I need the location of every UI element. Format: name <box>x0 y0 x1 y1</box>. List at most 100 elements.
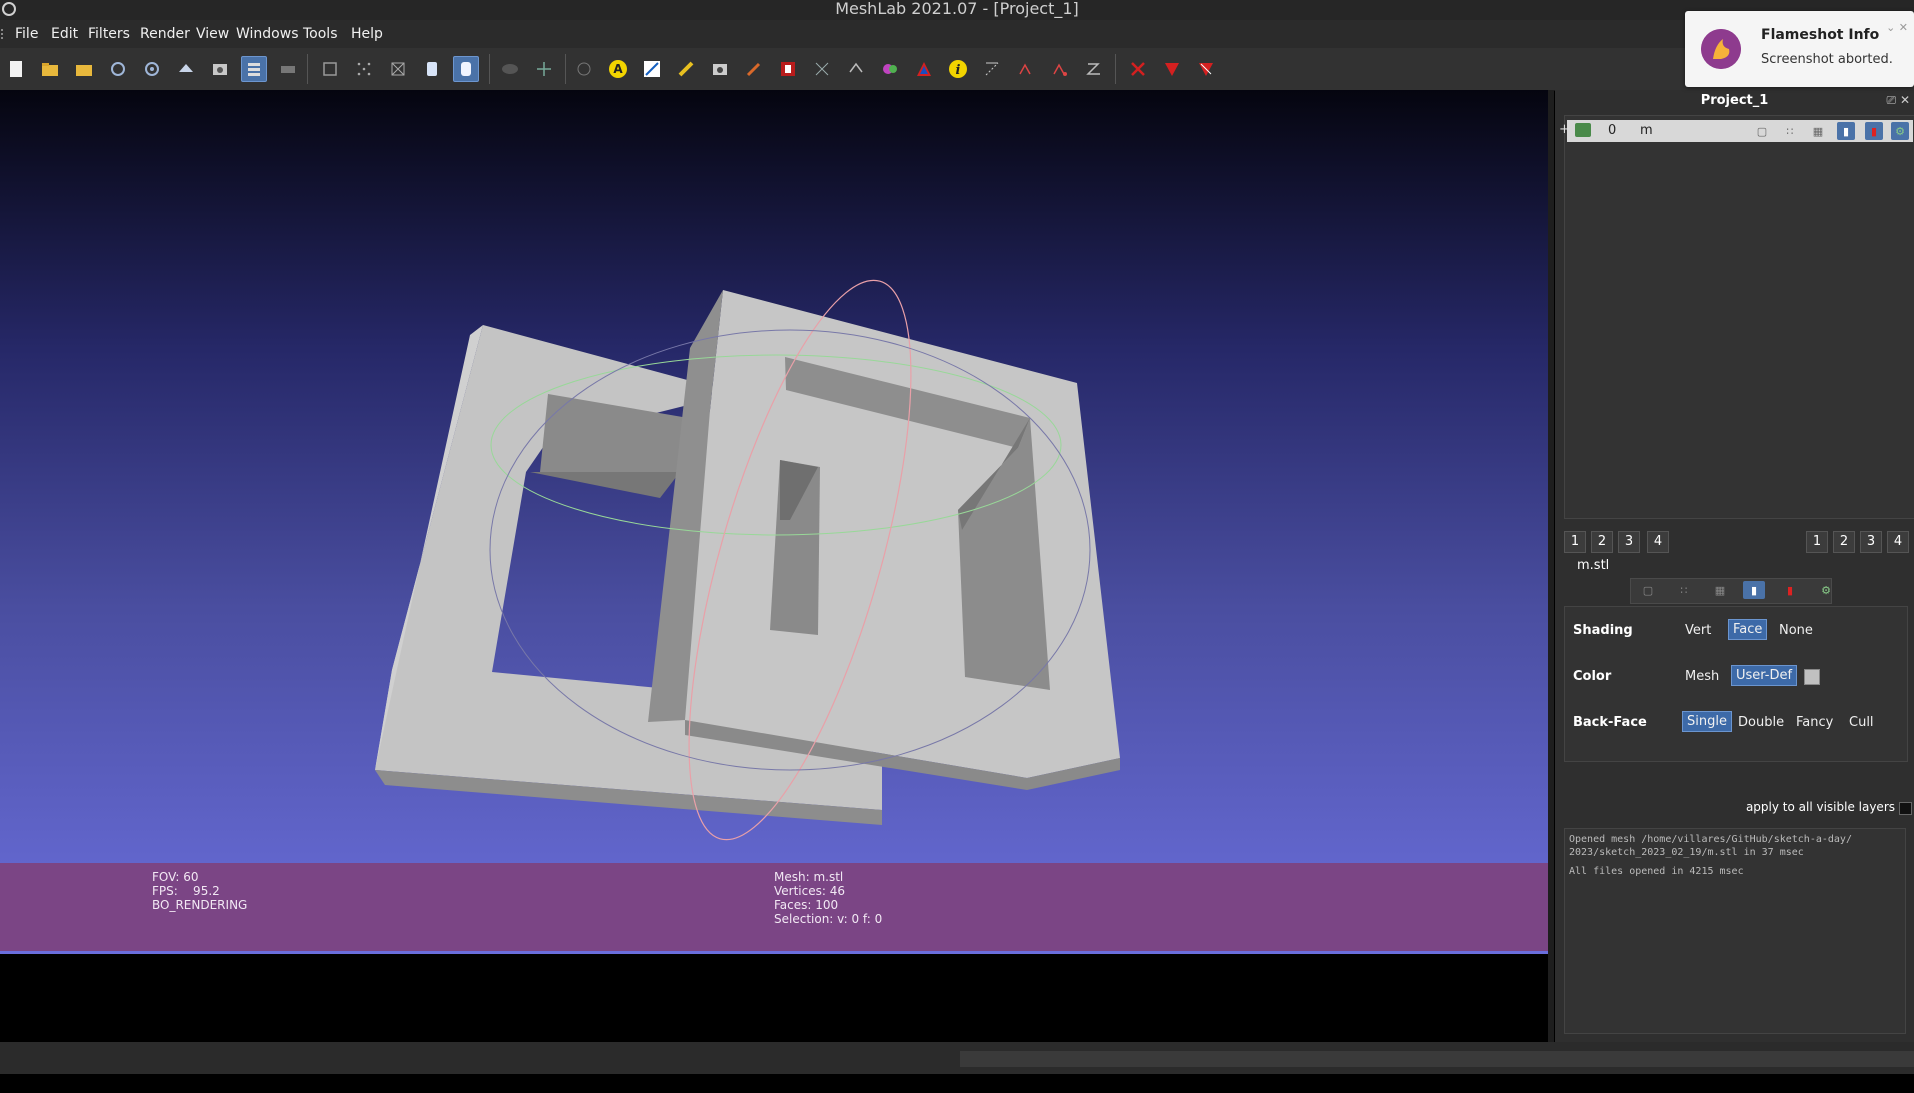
mesh-filename: m.stl <box>1577 558 1610 573</box>
color-label: Color <box>1573 669 1612 684</box>
light-icon[interactable] <box>497 56 523 82</box>
mesh-info: Mesh: m.stl Vertices: 46 Faces: 100 Sele… <box>774 870 882 926</box>
snapshot-icon[interactable] <box>207 56 233 82</box>
backface-double-option[interactable]: Double <box>1734 713 1788 732</box>
delete-vertices-icon[interactable] <box>1159 56 1185 82</box>
menu-view[interactable]: View <box>196 26 229 42</box>
layer-dialog-icon[interactable] <box>275 56 301 82</box>
mode-points-icon[interactable]: ∷ <box>1673 581 1695 599</box>
layer-settings-icon[interactable]: ⚙ <box>1891 122 1909 140</box>
notification-close-icon[interactable]: ⌄ ✕ <box>1886 21 1908 34</box>
reload-icon[interactable] <box>105 56 131 82</box>
text-icon[interactable] <box>775 56 801 82</box>
select-connected-icon[interactable] <box>843 56 869 82</box>
menu-filters[interactable]: Filters <box>88 26 130 42</box>
right-view-4-button[interactable]: 4 <box>1887 531 1909 553</box>
fps-text: FPS: 95.2 <box>152 884 220 898</box>
select-z-icon[interactable] <box>1081 56 1107 82</box>
info-icon[interactable]: i <box>945 56 971 82</box>
layer-points-icon[interactable]: ∷ <box>1781 122 1799 140</box>
layer-row[interactable]: + 0 m ▢ ∷ ▦ ▮ ▮ ⚙ <box>1559 120 1913 142</box>
layer-bbox-icon[interactable]: ▢ <box>1753 122 1771 140</box>
menu-windows[interactable]: Windows <box>236 26 299 42</box>
expand-layer-icon[interactable]: + <box>1559 122 1570 137</box>
bounding-box-icon[interactable] <box>317 56 343 82</box>
align-icon[interactable] <box>571 56 597 82</box>
mode-faces-icon[interactable]: ▮ <box>1743 581 1765 599</box>
left-view-4-button[interactable]: 4 <box>1647 531 1669 553</box>
pick-points-icon[interactable] <box>673 56 699 82</box>
color-mesh-option[interactable]: Mesh <box>1681 667 1723 686</box>
toolbar: A i <box>0 48 1914 91</box>
menu-edit[interactable]: Edit <box>51 26 78 42</box>
mode-bbox-icon[interactable]: ▢ <box>1637 581 1659 599</box>
backface-fancy-option[interactable]: Fancy <box>1792 713 1837 732</box>
screenshot-icon[interactable] <box>707 56 733 82</box>
toolbar-separator <box>565 54 566 84</box>
open-project-icon[interactable] <box>37 56 63 82</box>
window-title: MeshLab 2021.07 - [Project_1] <box>835 0 1079 18</box>
notification-message: Screenshot aborted. <box>1761 52 1893 67</box>
menu-tools[interactable]: Tools <box>303 26 338 42</box>
menu-help[interactable]: Help <box>351 26 383 42</box>
log-line: Opened mesh /home/villares/GitHub/sketch… <box>1569 834 1852 845</box>
visibility-eye-icon[interactable] <box>1575 123 1591 137</box>
menu-bar: File Edit Filters Render View Windows To… <box>0 20 1914 48</box>
right-view-1-button[interactable]: 1 <box>1806 531 1828 553</box>
select-faces-icon[interactable] <box>979 56 1005 82</box>
float-icon[interactable]: ⎚ <box>1887 93 1897 107</box>
flat-icon[interactable] <box>419 56 445 82</box>
new-project-icon[interactable] <box>3 56 29 82</box>
render-mode-text: BO_RENDERING <box>152 898 248 912</box>
notification-title: Flameshot Info <box>1761 27 1880 43</box>
shading-face-option[interactable]: Face <box>1728 619 1768 640</box>
shading-none-option[interactable]: None <box>1775 621 1817 640</box>
color-swatch-button[interactable] <box>1804 669 1820 685</box>
delete-icon[interactable] <box>911 56 937 82</box>
left-view-3-button[interactable]: 3 <box>1618 531 1640 553</box>
color-userdef-option[interactable]: User-Def <box>1731 665 1798 686</box>
left-view-1-button[interactable]: 1 <box>1564 531 1586 553</box>
left-view-2-button[interactable]: 2 <box>1591 531 1613 553</box>
layers-icon[interactable] <box>241 56 267 82</box>
wireframe-icon[interactable] <box>385 56 411 82</box>
vertices-text: Vertices: 46 <box>774 884 845 898</box>
annotate-icon[interactable] <box>639 56 665 82</box>
color-paint-icon[interactable] <box>877 56 903 82</box>
apply-all-checkbox[interactable] <box>1899 802 1912 815</box>
delete-faces-icon[interactable] <box>1125 56 1151 82</box>
reload-all-icon[interactable] <box>139 56 165 82</box>
dock-splitter[interactable] <box>1548 90 1554 1042</box>
layer-wire-icon[interactable]: ▦ <box>1809 122 1827 140</box>
select-region-icon[interactable] <box>1047 56 1073 82</box>
mode-settings-icon[interactable]: ⚙ <box>1815 581 1837 599</box>
backface-label: Back-Face <box>1573 715 1647 730</box>
export-mesh-icon[interactable] <box>173 56 199 82</box>
points-icon[interactable] <box>351 56 377 82</box>
mesh-name-text: Mesh: m.stl <box>774 870 844 884</box>
select-area-icon[interactable] <box>1013 56 1039 82</box>
left-frame-inner-shade <box>530 472 680 498</box>
import-mesh-icon[interactable] <box>71 56 97 82</box>
flameshot-logo-icon <box>1701 29 1741 69</box>
select-vertex-icon[interactable] <box>809 56 835 82</box>
3d-viewport[interactable] <box>0 90 1548 954</box>
menu-render[interactable]: Render <box>140 26 190 42</box>
backface-cull-option[interactable]: Cull <box>1845 713 1878 732</box>
layer-color-icon[interactable]: ▮ <box>1865 122 1883 140</box>
mode-color-icon[interactable]: ▮ <box>1779 581 1801 599</box>
delete-all-icon[interactable] <box>1193 56 1219 82</box>
smooth-icon[interactable] <box>453 56 479 82</box>
mode-wire-icon[interactable]: ▦ <box>1709 581 1731 599</box>
backface-single-option[interactable]: Single <box>1682 711 1732 732</box>
trackball-icon[interactable] <box>531 56 557 82</box>
flameshot-notification[interactable]: Flameshot Info Screenshot aborted. ⌄ ✕ <box>1685 11 1914 87</box>
shading-vert-option[interactable]: Vert <box>1681 621 1715 640</box>
paint-icon[interactable] <box>741 56 767 82</box>
measure-icon[interactable]: A <box>605 56 631 82</box>
right-view-3-button[interactable]: 3 <box>1860 531 1882 553</box>
layer-faces-icon[interactable]: ▮ <box>1837 122 1855 140</box>
close-icon[interactable]: ✕ <box>1900 93 1910 107</box>
menu-file[interactable]: File <box>15 26 38 42</box>
right-view-2-button[interactable]: 2 <box>1833 531 1855 553</box>
